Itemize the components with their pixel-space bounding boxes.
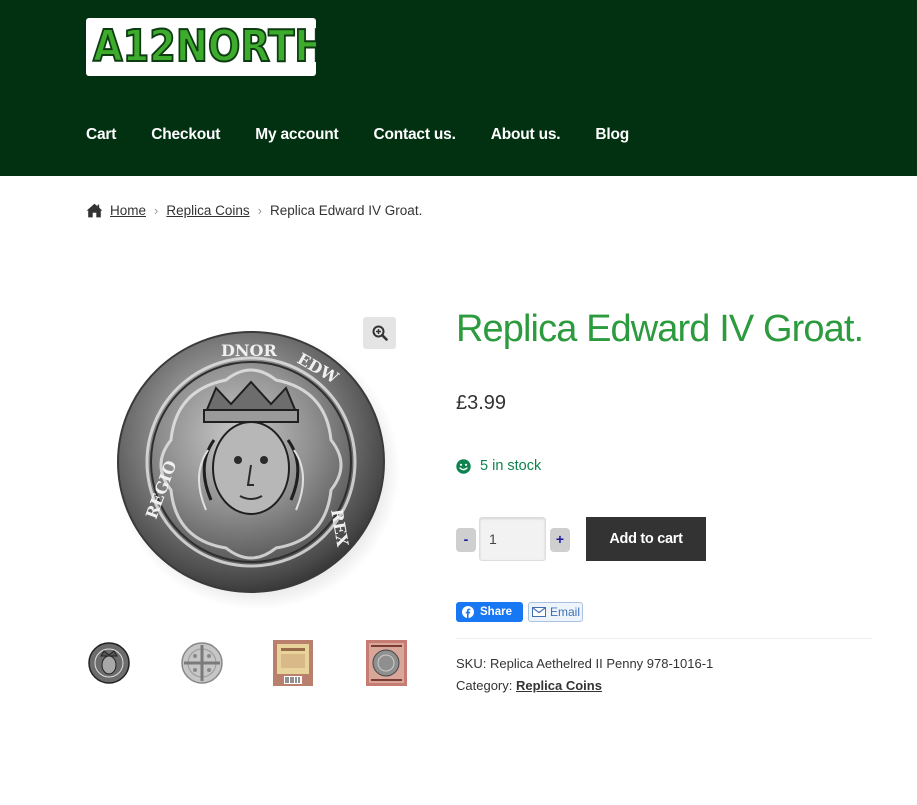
smiley-icon [456,458,471,474]
product-thumbnails [86,640,408,688]
meta-divider [456,638,872,639]
email-share-label: Email [550,605,581,619]
facebook-share-button[interactable]: Share [456,602,523,622]
thumbnail-package-back[interactable] [365,640,408,686]
stock-status: 5 in stock [456,456,541,476]
breadcrumb: Home › Replica Coins › Replica Edward IV… [86,201,422,219]
nav-contact-us[interactable]: Contact us. [374,126,456,148]
facebook-share-label: Share [480,606,512,618]
coin-image: DNOR EDW REX REGIO [116,330,400,610]
product-title: Replica Edward IV Groat. [456,308,864,350]
nav-about-us[interactable]: About us. [491,126,561,148]
breadcrumb-separator-icon: › [154,202,159,218]
thumbnail-package-front[interactable] [272,640,314,686]
quantity-increase-button[interactable]: + [550,528,570,552]
home-icon [86,203,103,217]
sku-value: Replica Aethelred II Penny 978-1016-1 [489,656,714,671]
product-sku: SKU: Replica Aethelred II Penny 978-1016… [456,656,713,672]
zoom-button[interactable] [363,317,396,349]
sku-label: SKU: [456,656,487,671]
breadcrumb-current: Replica Edward IV Groat. [270,202,423,218]
nav-my-account[interactable]: My account [255,126,338,148]
add-to-cart-button[interactable]: Add to cart [586,517,706,561]
zoom-icon [372,325,388,341]
thumbnail-coin-back[interactable] [179,640,225,686]
nav-blog[interactable]: Blog [595,126,629,148]
email-share-button[interactable]: Email [528,602,583,622]
product-main-image[interactable]: DNOR EDW REX REGIO [86,300,408,622]
thumbnail-coin-front[interactable] [86,640,132,686]
product-price: £3.99 [456,392,507,414]
breadcrumb-home[interactable]: Home [110,203,146,218]
stock-text: 5 in stock [480,458,542,474]
nav-cart[interactable]: Cart [86,126,116,148]
quantity-input[interactable] [479,517,546,561]
site-logo[interactable]: A12NORTH [86,18,316,76]
quantity-decrease-button[interactable]: - [456,528,476,552]
breadcrumb-replica-coins[interactable]: Replica Coins [166,203,249,218]
product-category: Category: Replica Coins [456,678,602,694]
category-label: Category: [456,678,513,693]
mail-icon [532,607,546,617]
nav-checkout[interactable]: Checkout [151,126,220,148]
logo-text: A12NORTH [92,21,316,72]
svg-text:DNOR: DNOR [221,341,277,360]
breadcrumb-separator-icon: › [257,202,262,218]
facebook-icon [462,606,474,618]
category-link[interactable]: Replica Coins [516,678,602,693]
primary-navigation: Cart Checkout My account Contact us. Abo… [86,126,664,148]
site-header: A12NORTH Cart Checkout My account Contac… [0,0,917,176]
